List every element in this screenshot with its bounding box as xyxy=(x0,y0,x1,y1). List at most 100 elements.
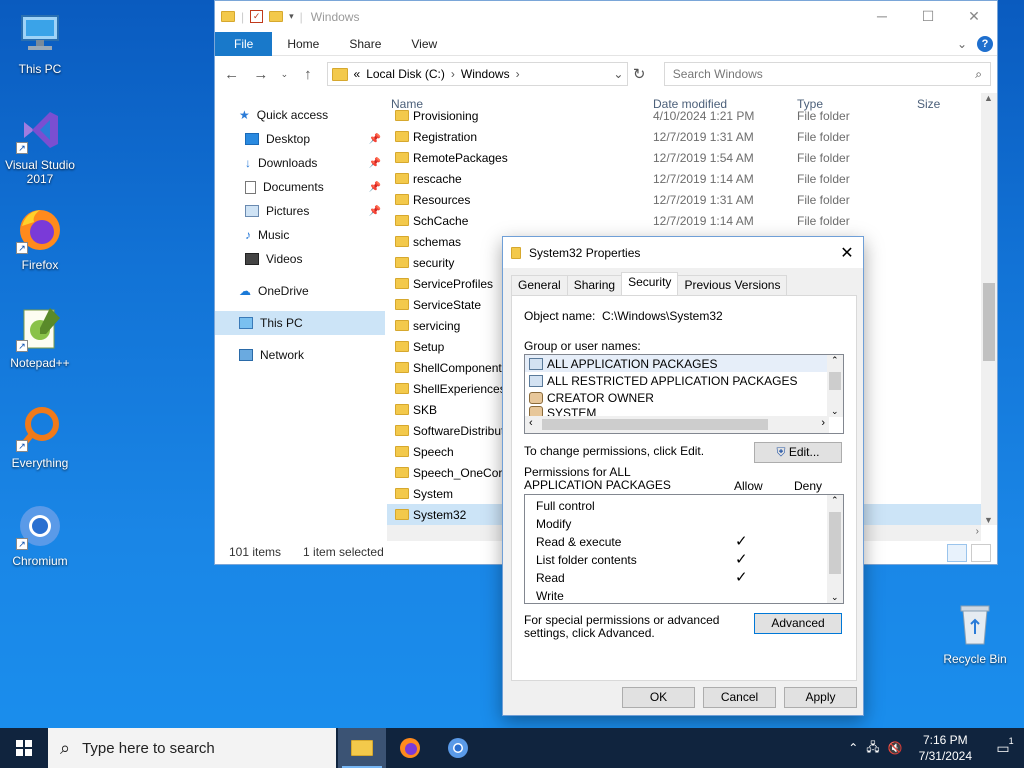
desktop-icon-notepad-plus-plus[interactable]: ↗ Notepad++ xyxy=(0,304,80,370)
nav-item-videos[interactable]: Videos xyxy=(215,247,385,271)
nav-item-network[interactable]: Network xyxy=(215,343,385,367)
tab-home[interactable]: Home xyxy=(272,37,334,51)
folder-icon xyxy=(395,194,409,205)
apply-button[interactable]: Apply xyxy=(784,687,857,708)
taskbar-chromium[interactable] xyxy=(434,728,482,768)
desktop-icon-this-pc[interactable]: This PC xyxy=(0,10,80,76)
nav-item-desktop[interactable]: Desktop 📌 xyxy=(215,127,385,151)
nav-item-music[interactable]: ♪ Music xyxy=(215,223,385,247)
recent-locations-icon[interactable]: ⌄ xyxy=(280,69,290,80)
tab-file[interactable]: File xyxy=(215,31,273,56)
object-name-row: Object name: C:\Windows\System32 xyxy=(524,309,723,323)
nav-item-documents[interactable]: Documents 📌 xyxy=(215,175,385,199)
taskbar-file-explorer[interactable] xyxy=(338,728,386,768)
up-button[interactable]: ↑ xyxy=(297,66,318,83)
ok-button[interactable]: OK xyxy=(622,687,695,708)
close-button[interactable]: ✕ xyxy=(831,243,863,263)
minimize-button[interactable]: ─ xyxy=(859,1,905,32)
list-item-group[interactable]: CREATOR OWNER xyxy=(525,389,843,406)
new-folder-icon[interactable] xyxy=(269,11,284,22)
forward-button[interactable]: → xyxy=(250,66,271,83)
list-item-group[interactable]: ALL RESTRICTED APPLICATION PACKAGES xyxy=(525,372,843,389)
breadcrumb-local-disk[interactable]: Local Disk (C:) xyxy=(366,67,445,81)
taskbar-search-box[interactable]: ⌕ Type here to search xyxy=(48,728,336,768)
file-type: File folder xyxy=(797,108,850,123)
address-bar[interactable]: « Local Disk (C:) › Windows › ⌄ xyxy=(326,62,629,86)
list-item-group[interactable]: SYSTEM xyxy=(525,406,843,416)
listbox-horizontal-scrollbar[interactable]: ‹ › xyxy=(525,416,829,433)
nav-item-pictures[interactable]: Pictures 📌 xyxy=(215,199,385,223)
properties-icon[interactable]: ✓ xyxy=(250,10,264,23)
nav-label: Quick access xyxy=(256,108,329,122)
customize-quick-access-icon[interactable]: ▾ xyxy=(289,11,294,22)
folder-icon xyxy=(395,173,409,184)
folder-icon xyxy=(395,320,409,331)
nav-label: OneDrive xyxy=(258,284,309,298)
permission-name: Modify xyxy=(536,517,572,531)
tab-share[interactable]: Share xyxy=(334,37,396,51)
file-row[interactable]: Provisioning 4/10/2024 1:21 PM File folder xyxy=(387,105,987,126)
expand-ribbon-icon[interactable]: ⌄ xyxy=(957,37,967,51)
file-row[interactable]: Resources 12/7/2019 1:31 AM File folder xyxy=(387,189,987,210)
edit-button[interactable]: ⛨ Edit... xyxy=(754,442,842,463)
tab-view[interactable]: View xyxy=(396,37,452,51)
help-icon[interactable]: ? xyxy=(977,35,993,52)
volume-muted-icon[interactable]: 🔇 xyxy=(888,741,903,755)
advanced-button[interactable]: Advanced xyxy=(754,613,842,634)
search-input[interactable]: Search Windows ⌕ xyxy=(663,62,992,86)
desktop-icon-visual-studio[interactable]: ↗ Visual Studio 2017 xyxy=(0,106,80,186)
file-row[interactable]: RemotePackages 12/7/2019 1:54 AM File fold… xyxy=(387,147,987,168)
file-name: ShellExperiences xyxy=(413,381,506,396)
maximize-button[interactable]: ☐ xyxy=(905,1,951,32)
refresh-button[interactable]: ↻ xyxy=(628,65,649,83)
nav-item-quick-access[interactable]: ★ Quick access xyxy=(215,103,385,127)
network-icon[interactable]: 🖧 xyxy=(866,738,879,759)
tab-general[interactable]: General xyxy=(511,275,568,295)
taskbar-firefox[interactable] xyxy=(386,728,434,768)
tab-sharing[interactable]: Sharing xyxy=(566,275,623,295)
list-item-group[interactable]: ALL APPLICATION PACKAGES xyxy=(525,355,843,372)
tab-security[interactable]: Security xyxy=(621,272,679,295)
chevron-up-icon[interactable]: ⌃ xyxy=(848,741,858,755)
file-row[interactable]: Registration 12/7/2019 1:31 AM File folder xyxy=(387,126,987,147)
chevron-right-icon[interactable]: › xyxy=(451,67,455,81)
chevron-down-icon[interactable]: ⌄ xyxy=(609,67,627,81)
details-view-button[interactable] xyxy=(947,544,967,562)
breadcrumb-overflow[interactable]: « xyxy=(354,67,361,81)
file-row[interactable]: rescache 12/7/2019 1:14 AM File folder xyxy=(387,168,987,189)
allow-check-icon: ✓ xyxy=(735,551,748,568)
deny-column-header: Deny xyxy=(794,479,823,493)
close-button[interactable]: ✕ xyxy=(951,1,997,32)
permission-name: Read & execute xyxy=(536,535,622,549)
scrollbar-thumb[interactable] xyxy=(983,283,995,361)
file-name: Provisioning xyxy=(413,108,479,123)
desktop-icon-everything[interactable]: ↗ Everything xyxy=(0,404,80,470)
file-list-vertical-scrollbar[interactable]: ▲ ▼ xyxy=(981,93,997,525)
group-user-listbox[interactable]: ALL APPLICATION PACKAGES ALL RESTRICTED … xyxy=(524,354,844,434)
start-button[interactable] xyxy=(0,728,48,768)
nav-item-this-pc[interactable]: This PC xyxy=(215,311,385,335)
nav-item-onedrive[interactable]: ☁ OneDrive xyxy=(215,279,385,303)
scrollbar-thumb[interactable] xyxy=(829,512,841,574)
desktop-icon xyxy=(245,133,259,145)
back-button[interactable]: ← xyxy=(221,66,242,83)
file-row[interactable]: SchCache 12/7/2019 1:14 AM File folder xyxy=(387,210,987,231)
desktop-icon-recycle-bin[interactable]: Recycle Bin xyxy=(935,600,1015,666)
cancel-button[interactable]: Cancel xyxy=(703,687,776,708)
desktop-icon-chromium[interactable]: ↗ Chromium xyxy=(0,502,80,568)
scrollbar-thumb[interactable] xyxy=(829,372,841,390)
listbox-vertical-scrollbar[interactable]: ⌃ ⌄ xyxy=(827,355,843,417)
large-icons-view-button[interactable] xyxy=(971,544,991,562)
visual-studio-icon: ↗ xyxy=(16,106,64,154)
file-date: 12/7/2019 1:31 AM xyxy=(653,192,754,207)
nav-item-downloads[interactable]: ↓ Downloads 📌 xyxy=(215,151,385,175)
permissions-scrollbar[interactable]: ⌃ ⌄ xyxy=(827,495,843,603)
file-name: Setup xyxy=(413,339,445,354)
chevron-right-icon[interactable]: › xyxy=(516,67,520,81)
breadcrumb-windows[interactable]: Windows xyxy=(461,67,510,81)
scrollbar-thumb[interactable] xyxy=(542,419,768,430)
notification-center-button[interactable]: ▭ 1 xyxy=(988,728,1018,768)
tab-previous-versions[interactable]: Previous Versions xyxy=(677,275,788,295)
clock[interactable]: 7:16 PM 7/31/2024 xyxy=(911,732,980,764)
desktop-icon-firefox[interactable]: ↗ Firefox xyxy=(0,206,80,272)
